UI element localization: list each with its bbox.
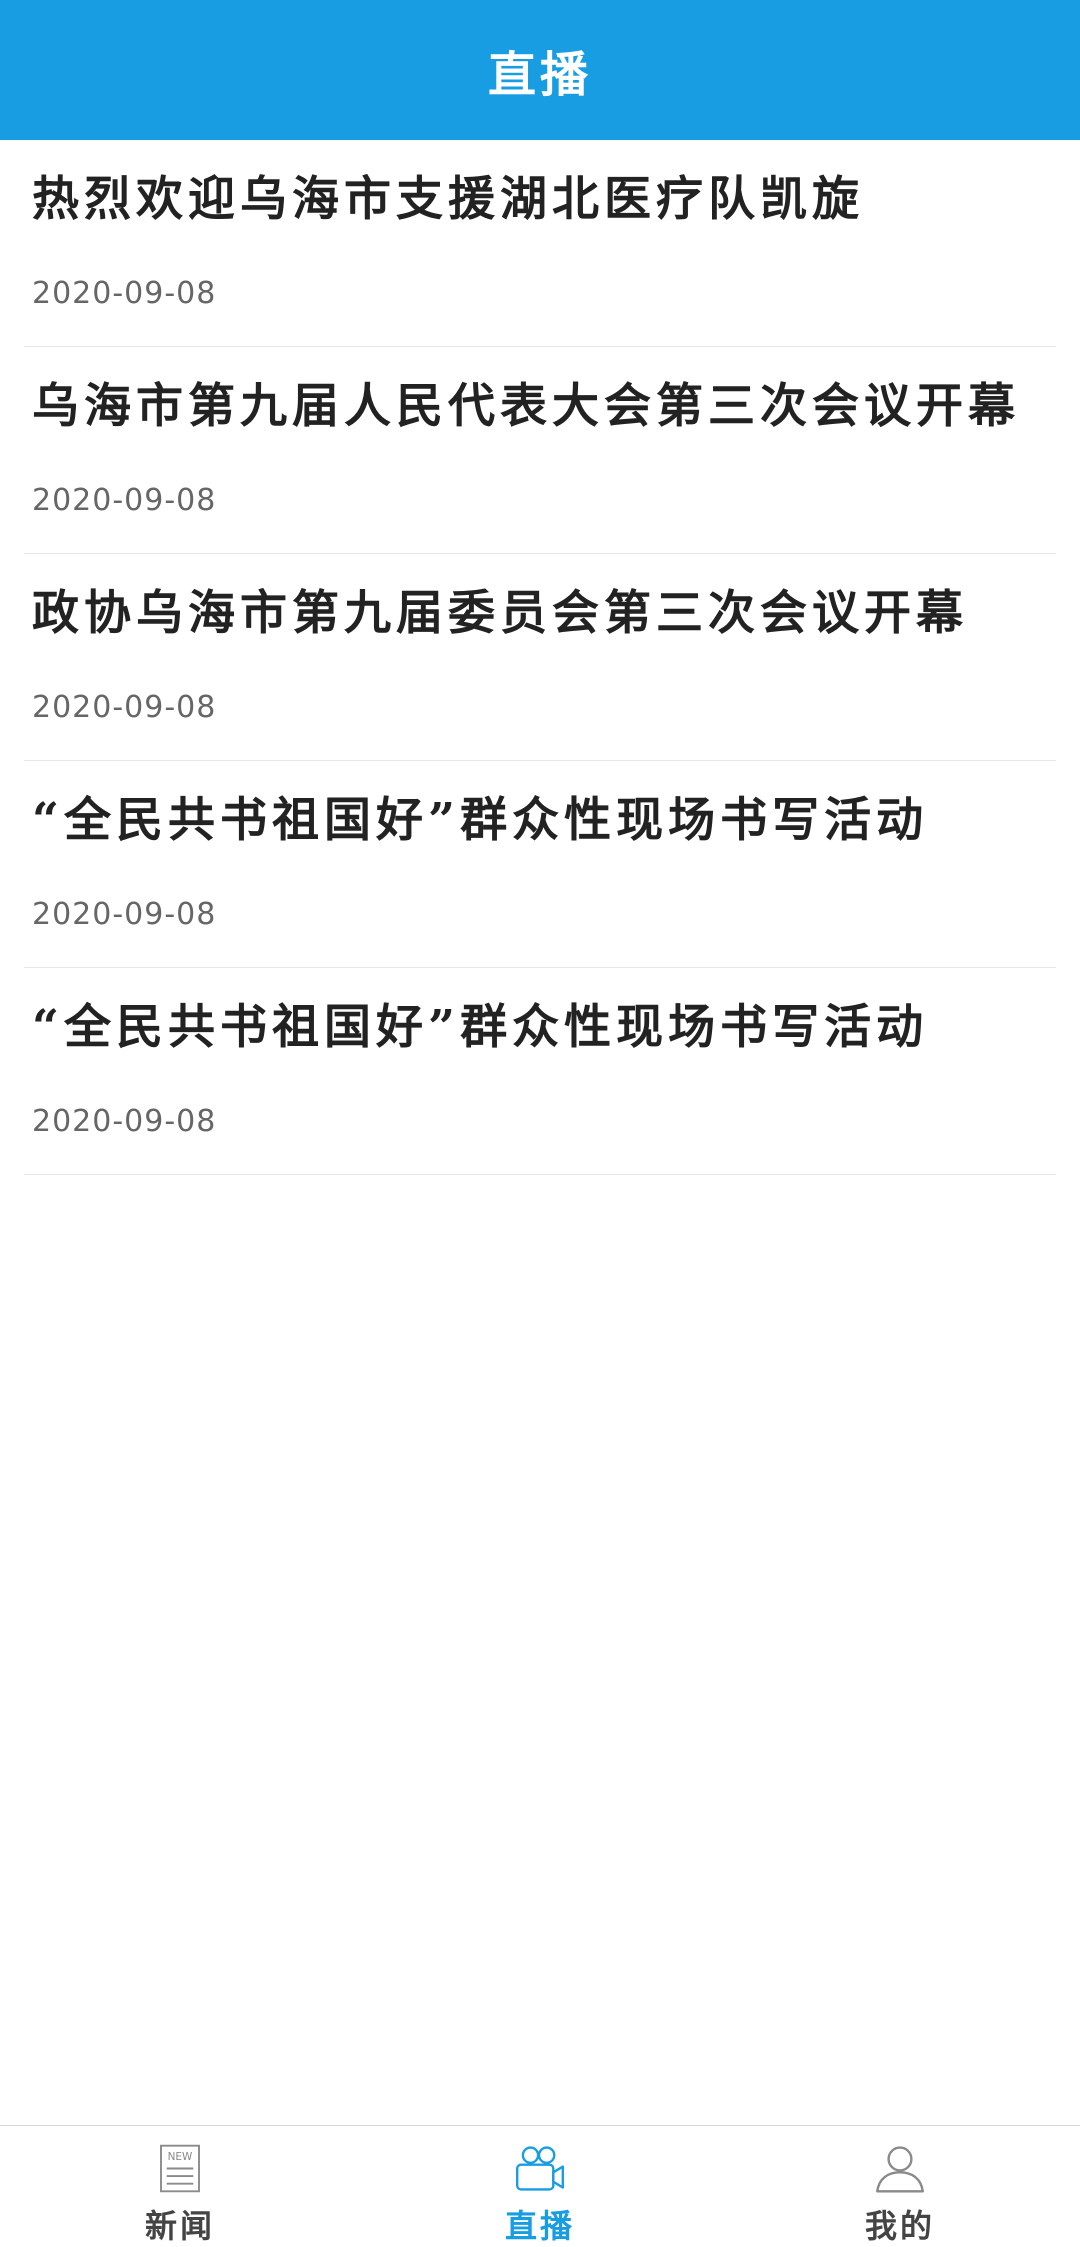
item-title: “全民共书祖国好”群众性现场书写活动 bbox=[32, 793, 929, 848]
item-date: 2020-09-08 bbox=[32, 483, 217, 518]
item-date: 2020-09-08 bbox=[32, 897, 217, 932]
tab-label: 我的 bbox=[864, 2207, 935, 2245]
live-list: 热烈欢迎乌海市支援湖北医疗队凯旋 2020-09-08 乌海市第九届人民代表大会… bbox=[0, 140, 1080, 1175]
tab-mine[interactable]: 我的 bbox=[720, 2126, 1080, 2247]
list-item[interactable]: “全民共书祖国好”群众性现场书写活动 2020-09-08 bbox=[24, 761, 1056, 968]
svg-text:NEW: NEW bbox=[168, 2151, 193, 2163]
tab-label: 直播 bbox=[504, 2207, 575, 2245]
tab-live[interactable]: 直播 bbox=[360, 2126, 720, 2247]
item-title: 政协乌海市第九届委员会第三次会议开幕 bbox=[32, 586, 968, 641]
item-date: 2020-09-08 bbox=[32, 690, 217, 725]
user-icon bbox=[876, 2146, 924, 2193]
list-item[interactable]: 热烈欢迎乌海市支援湖北医疗队凯旋 2020-09-08 bbox=[24, 140, 1056, 347]
list-item[interactable]: “全民共书祖国好”群众性现场书写活动 2020-09-08 bbox=[24, 968, 1056, 1175]
tab-label: 新闻 bbox=[144, 2207, 215, 2245]
item-title: “全民共书祖国好”群众性现场书写活动 bbox=[32, 1000, 929, 1055]
item-date: 2020-09-08 bbox=[32, 1104, 217, 1139]
tab-news[interactable]: NEW 新闻 bbox=[0, 2126, 360, 2247]
top-header-bar: 直播 bbox=[0, 0, 1080, 140]
item-title: 热烈欢迎乌海市支援湖北医疗队凯旋 bbox=[32, 172, 864, 227]
page-title: 直播 bbox=[487, 47, 592, 103]
item-title: 乌海市第九届人民代表大会第三次会议开幕 bbox=[32, 379, 1020, 434]
video-camera-icon bbox=[516, 2146, 564, 2191]
item-date: 2020-09-08 bbox=[32, 276, 217, 311]
list-item[interactable]: 乌海市第九届人民代表大会第三次会议开幕 2020-09-08 bbox=[24, 347, 1056, 554]
bottom-tab-bar: NEW 新闻 直播 我的 bbox=[0, 2125, 1080, 2247]
list-item[interactable]: 政协乌海市第九届委员会第三次会议开幕 2020-09-08 bbox=[24, 554, 1056, 761]
news-icon: NEW bbox=[160, 2144, 200, 2193]
app-screen: 直播 热烈欢迎乌海市支援湖北医疗队凯旋 2020-09-08 乌海市第九届人民代… bbox=[0, 0, 1080, 2247]
